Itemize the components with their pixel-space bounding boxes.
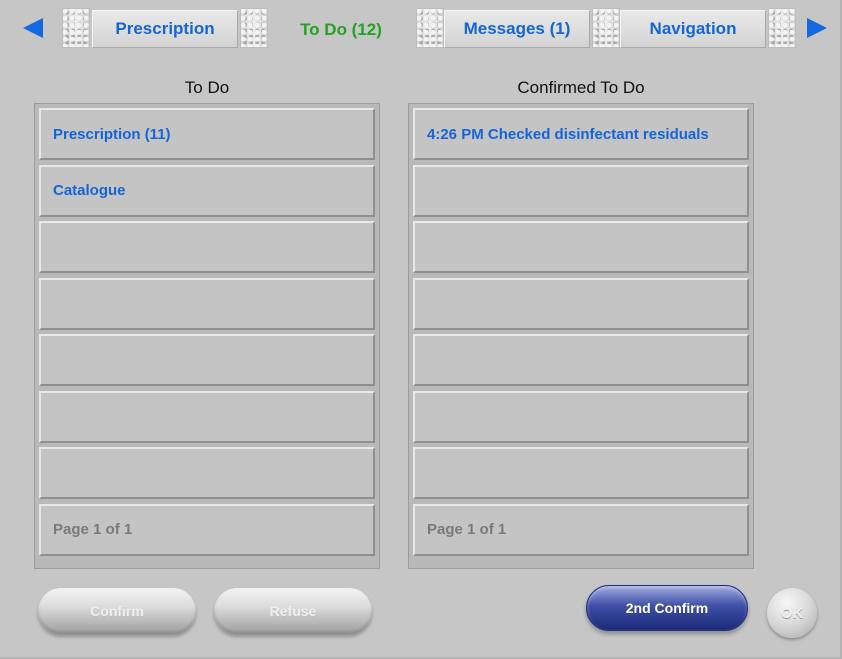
todo-item[interactable] — [39, 447, 375, 499]
todo-item[interactable] — [39, 334, 375, 386]
confirm-button[interactable]: Confirm — [38, 588, 196, 634]
confirmed-title: Confirmed To Do — [517, 78, 645, 97]
confirmed-item[interactable] — [413, 277, 749, 330]
confirmed-item[interactable] — [413, 390, 749, 443]
todo-item[interactable]: Catalogue — [39, 164, 375, 217]
todo-title: To Do — [184, 78, 230, 97]
arrow-left-icon[interactable] — [16, 10, 50, 46]
refuse-button[interactable]: Refuse — [214, 588, 372, 634]
tab-navigation[interactable]: Navigation — [620, 10, 766, 48]
ok-button[interactable]: OK — [767, 588, 817, 638]
confirmed-item[interactable]: 4:26 PM Checked disinfectant residuals — [413, 108, 749, 160]
tab-todo[interactable]: To Do (12) — [268, 6, 414, 54]
tab-separator — [416, 8, 444, 48]
tab-bar: Prescription To Do (12) Messages (1) Nav… — [0, 0, 842, 58]
todo-item[interactable] — [39, 390, 375, 443]
confirmed-list: 4:26 PM Checked disinfectant residuals P… — [408, 103, 754, 569]
second-confirm-button[interactable]: 2nd Confirm — [586, 585, 748, 631]
todo-item[interactable] — [39, 221, 375, 273]
tab-separator — [768, 8, 796, 48]
arrow-right-icon[interactable] — [800, 10, 834, 46]
app-window: Prescription To Do (12) Messages (1) Nav… — [0, 0, 842, 659]
todo-page-indicator: Page 1 of 1 — [39, 503, 375, 556]
tab-separator — [240, 8, 268, 48]
tab-separator — [592, 8, 620, 48]
tab-messages[interactable]: Messages (1) — [444, 10, 590, 48]
confirmed-item[interactable] — [413, 447, 749, 499]
tab-separator — [62, 8, 90, 48]
todo-item[interactable]: Prescription (11) — [39, 108, 375, 160]
confirmed-item[interactable] — [413, 164, 749, 217]
todo-item[interactable] — [39, 277, 375, 330]
confirmed-item[interactable] — [413, 221, 749, 273]
confirmed-page-indicator: Page 1 of 1 — [413, 503, 749, 556]
confirmed-item[interactable] — [413, 334, 749, 386]
todo-list: Prescription (11) Catalogue Page 1 of 1 — [34, 103, 380, 569]
tab-prescription[interactable]: Prescription — [92, 10, 238, 48]
